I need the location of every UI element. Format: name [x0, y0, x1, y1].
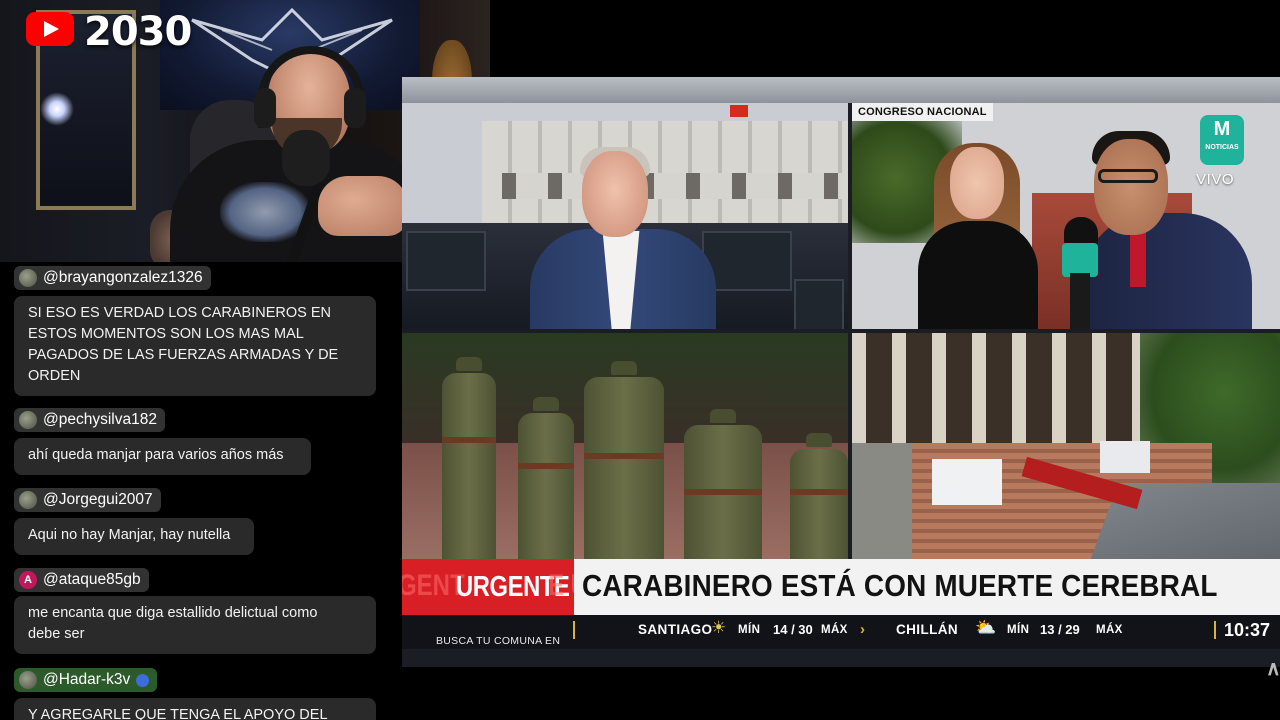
ceremony-panel [402, 333, 848, 559]
headline-bar: GENT URGENTE E U CARABINERO ESTÁ CON MUE… [402, 559, 1280, 615]
weather-ticker: BUSCA TU COMUNA EN SANTIAGO ☀ MÍN 14 / 3… [402, 615, 1280, 649]
chat-username[interactable]: @brayangonzalez1326 [14, 266, 211, 290]
chat-message: @pechysilva182 ahí queda manjar para var… [14, 408, 311, 475]
carabinero-soldier [584, 361, 664, 559]
temperatures: 13 / 29 [1040, 622, 1080, 637]
newsroom-monitor [794, 279, 844, 329]
network-logo-word: NOTICIAS [1205, 144, 1239, 151]
chat-username[interactable]: @Jorgegui2007 [14, 488, 161, 512]
verified-badge-icon [136, 673, 150, 687]
building-facade [852, 333, 1152, 443]
network-logo-icon: M NOTICIAS [1200, 115, 1244, 165]
urgent-tag: GENT URGENTE E U [402, 559, 574, 615]
anchor-panel [402, 103, 848, 329]
chat-message: @Jorgegui2007 Aqui no hay Manjar, hay nu… [14, 488, 254, 555]
user-avatar [19, 491, 37, 509]
network-watermark-icon: ∧ [1266, 658, 1280, 680]
chilean-flag [730, 105, 748, 117]
live-label: VIVO [1196, 171, 1234, 188]
microphone-flag [1062, 243, 1098, 277]
aerial-panel [852, 333, 1280, 559]
newsroom-monitor [406, 231, 486, 291]
chat-text: Aqui no hay Manjar, hay nutella [14, 518, 254, 555]
urgent-ghost-text: E U [548, 569, 574, 602]
carabinero-soldier [518, 397, 574, 559]
channel-number: 2030 [84, 9, 192, 55]
news-broadcast: CONGRESO NACIONAL M NOTICIAS VIVO GENT U… [402, 77, 1280, 667]
chat-text: SI ESO ES VERDAD LOS CARABINEROS EN ESTO… [14, 296, 376, 396]
min-label: MÍN [738, 624, 761, 636]
chat-text: me encanta que diga estallido delictual … [14, 596, 376, 654]
interviewee-body [1082, 213, 1252, 329]
lamp-light [40, 92, 74, 126]
palace-windows [502, 173, 842, 199]
chat-text: Y AGREGARLE QUE TENGA EL APOYO DEL [14, 698, 376, 720]
microphone-handle [1070, 273, 1090, 329]
headline: CARABINERO ESTÁ CON MUERTE CEREBRAL [582, 568, 1218, 603]
chevron-right-icon: › [860, 621, 865, 638]
partly-cloudy-icon: ⛅ [975, 618, 997, 637]
carabinero-soldier [684, 409, 762, 559]
interviewee-face [1094, 139, 1168, 235]
max-label: MÁX [821, 624, 848, 636]
min-label: MÍN [1007, 624, 1030, 636]
white-tent [932, 459, 1002, 505]
carabinero-soldier [790, 433, 848, 559]
live-chat[interactable]: @brayangonzalez1326 SI ESO ES VERDAD LOS… [0, 262, 402, 720]
user-avatar [19, 671, 37, 689]
white-tent [1100, 441, 1150, 473]
chat-username-text: @Hadar-k3v [43, 671, 131, 688]
interviewee-tie [1130, 227, 1146, 287]
microphone [282, 130, 330, 186]
city-name: SANTIAGO [638, 622, 713, 637]
user-avatar [19, 269, 37, 287]
chat-username-text: @pechysilva182 [43, 411, 157, 428]
chat-message: @Hadar-k3v Y AGREGARLE QUE TENGA EL APOY… [14, 668, 376, 720]
network-logo-mark: M [1213, 118, 1231, 140]
user-avatar: A [19, 571, 37, 589]
youtube-play-icon [26, 12, 74, 46]
chat-message: @brayangonzalez1326 SI ESO ES VERDAD LOS… [14, 266, 376, 396]
location-tag: CONGRESO NACIONAL [852, 103, 993, 121]
chat-username-text: @brayangonzalez1326 [43, 269, 203, 286]
reporter-panel: CONGRESO NACIONAL M NOTICIAS VIVO [852, 103, 1280, 329]
reporter-body [918, 221, 1038, 329]
chat-text: ahí queda manjar para varios años más [14, 438, 311, 475]
glasses [1098, 169, 1158, 183]
max-label: MÁX [1096, 624, 1123, 636]
broadcast-top-strip [402, 77, 1280, 103]
chat-username[interactable]: A @ataque85gb [14, 568, 149, 592]
chat-username-text: @ataque85gb [43, 571, 141, 588]
clock: 10:37 [1224, 620, 1271, 640]
chat-message: A @ataque85gb me encanta que diga estall… [14, 568, 376, 654]
city-name: CHILLÁN [896, 622, 959, 637]
headphone-earcup-right [344, 88, 366, 128]
sun-icon: ☀ [711, 618, 727, 637]
user-avatar [19, 411, 37, 429]
ticker-separator [1214, 621, 1216, 639]
temperatures: 14 / 30 [773, 622, 813, 637]
ticker-separator [573, 621, 575, 639]
anchor-head [582, 151, 648, 237]
chat-username-text: @Jorgegui2007 [43, 491, 153, 508]
chat-username[interactable]: @pechysilva182 [14, 408, 165, 432]
reporter-face [950, 147, 1004, 219]
ticker-promo: BUSCA TU COMUNA EN [436, 635, 561, 647]
chat-username[interactable]: @Hadar-k3v [14, 668, 158, 692]
carabinero-soldier [442, 357, 496, 559]
streamer-hand [318, 176, 408, 236]
headphone-earcup-left [254, 88, 276, 128]
